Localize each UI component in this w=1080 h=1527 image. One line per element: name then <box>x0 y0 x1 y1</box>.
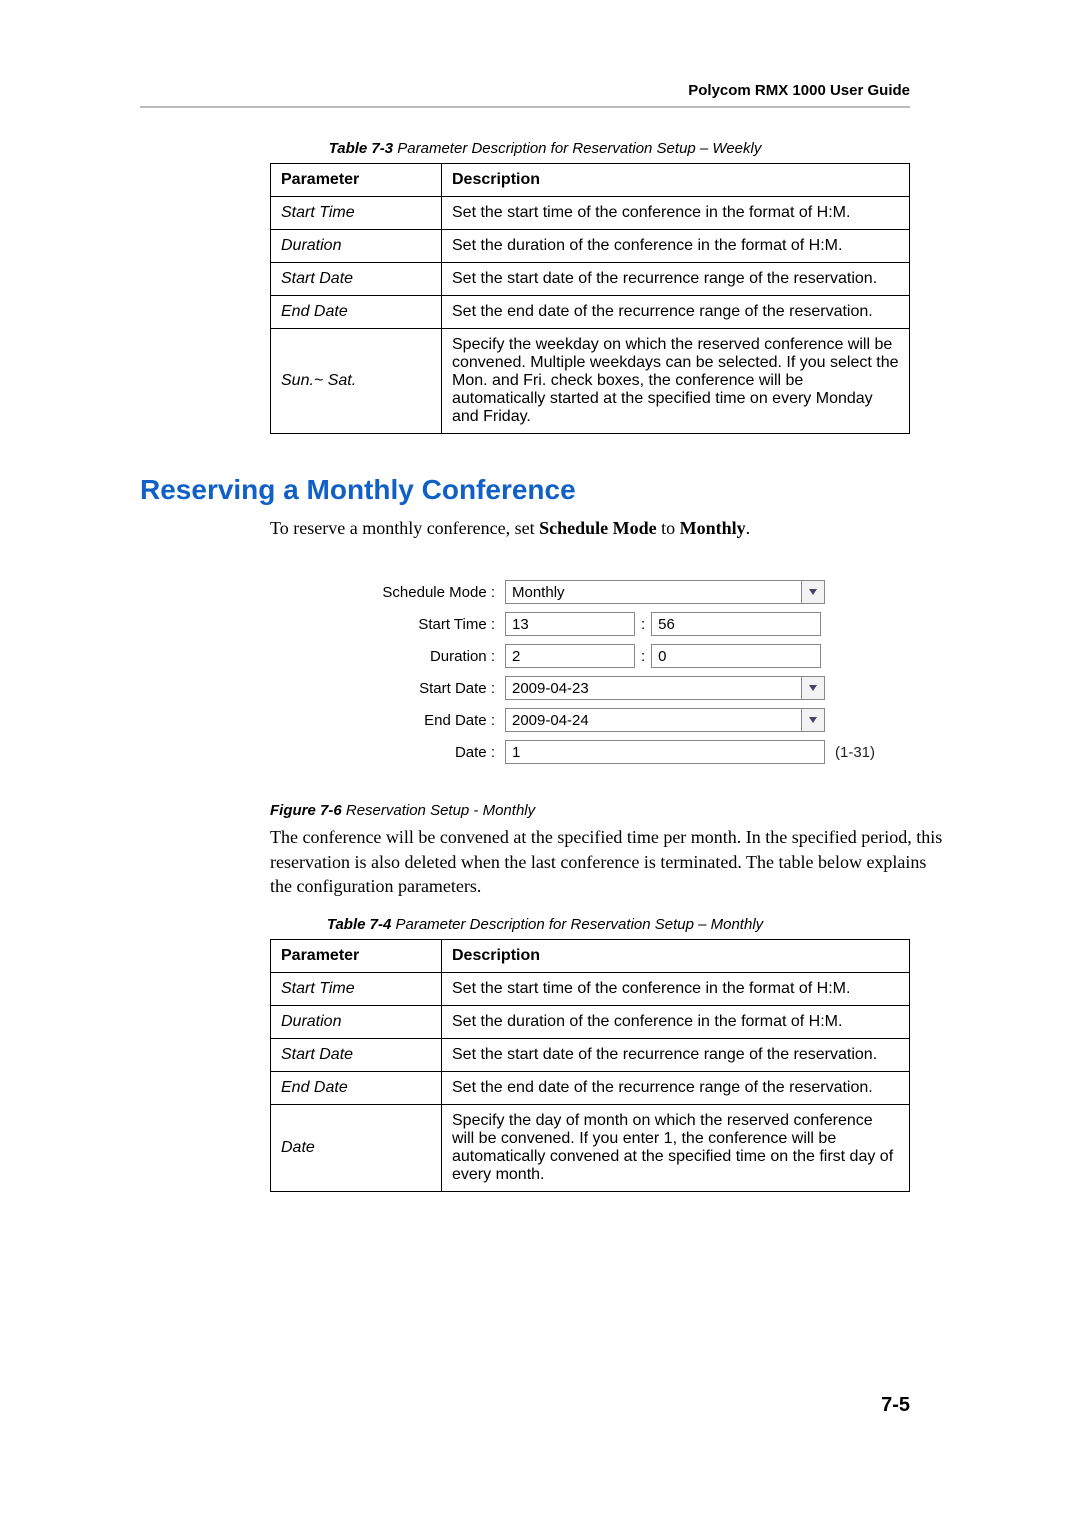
duration-hour-input[interactable]: 2 <box>505 644 635 668</box>
param-name: Start Time <box>271 973 442 1006</box>
param-desc: Set the end date of the recurrence range… <box>442 1072 910 1105</box>
section-intro: To reserve a monthly conference, set Sch… <box>270 516 950 540</box>
param-name: Start Date <box>271 1039 442 1072</box>
param-desc: Specify the day of month on which the re… <box>442 1105 910 1192</box>
th-parameter: Parameter <box>271 164 442 197</box>
reservation-form: Schedule Mode : Monthly Start Time : 13 … <box>355 558 915 790</box>
param-name: Date <box>271 1105 442 1192</box>
end-date-dropdown[interactable]: 2009-04-24 <box>505 708 825 732</box>
post-figure-paragraph: The conference will be convened at the s… <box>270 825 950 898</box>
param-name: Start Time <box>271 197 442 230</box>
end-date-value: 2009-04-24 <box>505 708 801 732</box>
param-name: Duration <box>271 1006 442 1039</box>
caption-text: Parameter Description for Reservation Se… <box>397 140 761 157</box>
param-name: Duration <box>271 230 442 263</box>
doc-title: Polycom RMX 1000 User Guide <box>688 82 910 99</box>
table-row: Duration Set the duration of the confere… <box>271 230 910 263</box>
param-desc: Set the start time of the conference in … <box>442 197 910 230</box>
intro-text: . <box>746 518 751 538</box>
param-desc: Set the duration of the conference in th… <box>442 1006 910 1039</box>
th-description: Description <box>442 940 910 973</box>
duration-min-input[interactable]: 0 <box>651 644 821 668</box>
label-start-date: Start Date : <box>365 680 505 697</box>
param-desc: Set the duration of the conference in th… <box>442 230 910 263</box>
dropdown-button[interactable] <box>801 708 825 732</box>
param-name: End Date <box>271 296 442 329</box>
table-row: Start Date Set the start date of the rec… <box>271 263 910 296</box>
caption-label: Table 7-3 <box>329 140 393 157</box>
param-name: Start Date <box>271 263 442 296</box>
table-row: Start Time Set the start time of the con… <box>271 197 910 230</box>
caption-label: Table 7-4 <box>327 916 391 933</box>
table-7-4: Parameter Description Start Time Set the… <box>270 939 910 1192</box>
dropdown-button[interactable] <box>801 676 825 700</box>
page-number: 7-5 <box>881 1394 910 1417</box>
figure-label: Figure 7-6 <box>270 802 342 819</box>
param-desc: Set the start time of the conference in … <box>442 973 910 1006</box>
param-desc: Specify the weekday on which the reserve… <box>442 329 910 434</box>
param-name: Sun.~ Sat. <box>271 329 442 434</box>
start-time-hour-input[interactable]: 13 <box>505 612 635 636</box>
time-colon: : <box>635 648 651 665</box>
start-date-value: 2009-04-23 <box>505 676 801 700</box>
intro-text: to <box>657 518 680 538</box>
th-description: Description <box>442 164 910 197</box>
dropdown-button[interactable] <box>801 580 825 604</box>
start-time-min-input[interactable]: 56 <box>651 612 821 636</box>
schedule-mode-dropdown[interactable]: Monthly <box>505 580 825 604</box>
header-rule <box>140 106 910 108</box>
table-7-4-caption: Table 7-4 Parameter Description for Rese… <box>140 916 950 933</box>
param-name: End Date <box>271 1072 442 1105</box>
intro-bold: Monthly <box>680 518 746 538</box>
table-7-3-caption: Table 7-3 Parameter Description for Rese… <box>140 140 950 157</box>
table-7-3: Parameter Description Start Time Set the… <box>270 163 910 434</box>
time-colon: : <box>635 616 651 633</box>
label-end-date: End Date : <box>365 712 505 729</box>
chevron-down-icon <box>809 589 817 595</box>
table-row: Duration Set the duration of the confere… <box>271 1006 910 1039</box>
chevron-down-icon <box>809 717 817 723</box>
intro-text: To reserve a monthly conference, set <box>270 518 539 538</box>
param-desc: Set the end date of the recurrence range… <box>442 296 910 329</box>
table-row: End Date Set the end date of the recurre… <box>271 1072 910 1105</box>
table-row: Sun.~ Sat. Specify the weekday on which … <box>271 329 910 434</box>
chevron-down-icon <box>809 685 817 691</box>
label-duration: Duration : <box>365 648 505 665</box>
param-desc: Set the start date of the recurrence ran… <box>442 1039 910 1072</box>
table-row: Start Date Set the start date of the rec… <box>271 1039 910 1072</box>
param-desc: Set the start date of the recurrence ran… <box>442 263 910 296</box>
date-range-hint: (1-31) <box>835 744 875 761</box>
label-date: Date : <box>365 744 505 761</box>
figure-7-6-caption: Figure 7-6 Reservation Setup - Monthly <box>270 802 950 819</box>
schedule-mode-value: Monthly <box>505 580 801 604</box>
table-row: Start Time Set the start time of the con… <box>271 973 910 1006</box>
figure-text: Reservation Setup - Monthly <box>346 802 535 819</box>
date-input[interactable]: 1 <box>505 740 825 764</box>
start-date-dropdown[interactable]: 2009-04-23 <box>505 676 825 700</box>
table-row: End Date Set the end date of the recurre… <box>271 296 910 329</box>
label-schedule-mode: Schedule Mode : <box>365 584 505 601</box>
caption-text: Parameter Description for Reservation Se… <box>395 916 763 933</box>
section-heading: Reserving a Monthly Conference <box>140 474 950 506</box>
th-parameter: Parameter <box>271 940 442 973</box>
table-row: Date Specify the day of month on which t… <box>271 1105 910 1192</box>
intro-bold: Schedule Mode <box>539 518 657 538</box>
label-start-time: Start Time : <box>365 616 505 633</box>
